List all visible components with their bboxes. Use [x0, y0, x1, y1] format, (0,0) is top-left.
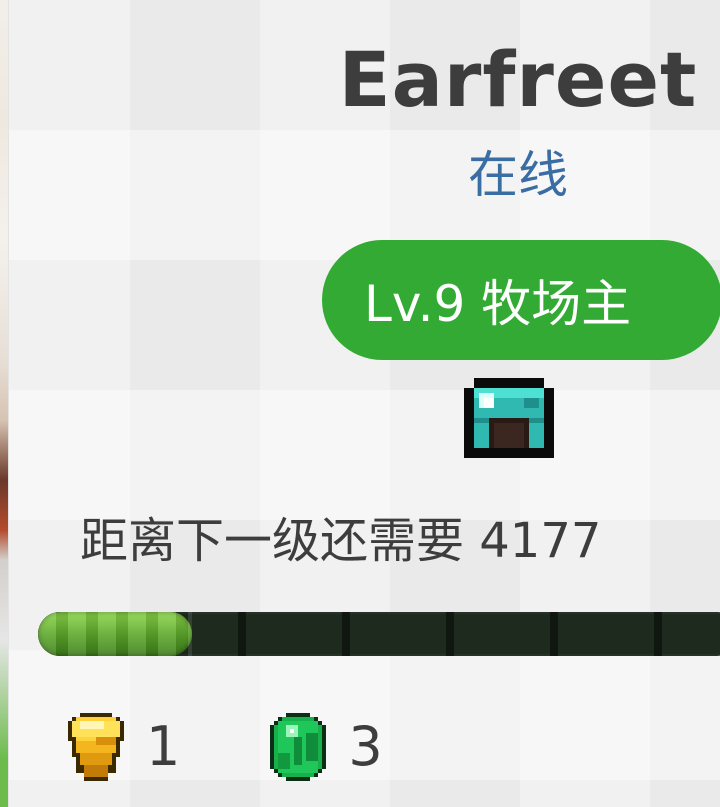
- currency-row: 1 3: [64, 702, 469, 792]
- gold-count: 1: [146, 715, 181, 778]
- level-badge-label: Lv.9 牧场主: [364, 275, 632, 333]
- online-status: 在线: [468, 146, 568, 204]
- gold-ingot-icon: [68, 713, 124, 781]
- emerald-count: 3: [348, 715, 383, 778]
- xp-remaining-text: 距离下一级还需要 4177: [80, 513, 602, 569]
- left-edge-strip: [0, 0, 9, 807]
- currency-emerald: 3: [266, 713, 383, 781]
- xp-progress-bar: [38, 612, 720, 656]
- diamond-helmet-icon: [464, 378, 554, 458]
- currency-gold: 1: [64, 713, 180, 781]
- level-badge: Lv.9 牧场主: [322, 240, 720, 360]
- emerald-icon: [270, 713, 327, 781]
- xp-progress-fill: [38, 612, 192, 656]
- username: Earfreet: [338, 35, 698, 124]
